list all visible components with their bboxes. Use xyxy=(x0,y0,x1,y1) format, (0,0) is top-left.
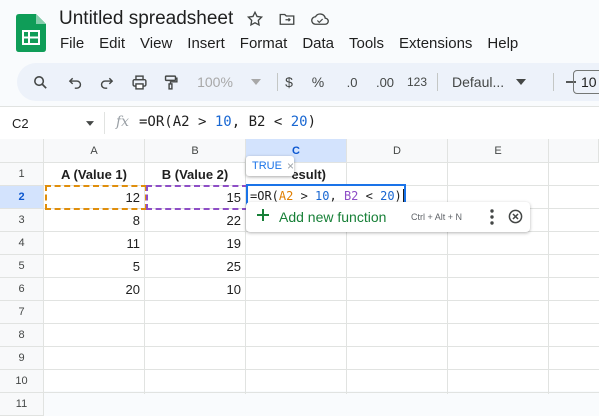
editor-ref-a2: A2 xyxy=(278,189,294,203)
font-value: Defaul... xyxy=(452,74,505,90)
cell-b4[interactable]: 19 xyxy=(145,232,246,255)
cell-b5[interactable]: 25 xyxy=(145,255,246,278)
row-header[interactable]: 6 xyxy=(0,278,44,301)
dismiss-icon[interactable] xyxy=(508,209,523,229)
divider xyxy=(553,73,554,91)
a2-reference-highlight xyxy=(45,185,147,210)
number-format-button[interactable]: 123 xyxy=(405,63,429,101)
row-header[interactable]: 3 xyxy=(0,209,44,232)
select-all-corner[interactable] xyxy=(0,139,44,163)
column-header-f[interactable] xyxy=(549,139,599,163)
chevron-down-icon xyxy=(250,79,261,85)
paint-format-icon[interactable] xyxy=(159,63,181,101)
row-header[interactable]: 7 xyxy=(0,301,44,324)
shortcut-hint: Ctrl + Alt + N xyxy=(411,212,463,222)
column-header-d[interactable]: D xyxy=(347,139,448,163)
undo-icon[interactable] xyxy=(64,63,86,101)
font-size-value: 10 xyxy=(581,74,597,90)
zoom-select[interactable]: 100% xyxy=(188,63,270,101)
cell-a4[interactable]: 11 xyxy=(44,232,145,255)
row-header[interactable]: 9 xyxy=(0,347,44,370)
column-header-b[interactable]: B xyxy=(145,139,246,163)
name-box[interactable]: C2 xyxy=(12,116,29,131)
editor-part: , xyxy=(329,189,344,203)
percent-button[interactable]: % xyxy=(310,63,326,101)
column-header-e[interactable]: E xyxy=(448,139,549,163)
close-preview-icon[interactable]: × xyxy=(287,159,294,173)
column-header-a[interactable]: A xyxy=(44,139,145,163)
menu-extensions[interactable]: Extensions xyxy=(399,35,472,52)
menu-bar: File Edit View Insert Format Data Tools … xyxy=(60,35,533,52)
decrease-decimal-label: .0 xyxy=(346,74,358,90)
formula-input[interactable]: =OR(A2 > 10, B2 < 20) xyxy=(139,114,316,130)
add-new-function-button[interactable]: Add new function xyxy=(279,209,386,225)
editor-ref-b2: B2 xyxy=(343,189,359,203)
currency-button[interactable]: $ xyxy=(281,63,297,101)
move-folder-icon[interactable] xyxy=(278,10,296,28)
cloud-saved-icon[interactable] xyxy=(310,10,329,28)
cell-a6[interactable]: 20 xyxy=(44,278,145,301)
divider xyxy=(437,73,438,91)
fx-icon: fx xyxy=(116,114,130,130)
cell-b6[interactable]: 10 xyxy=(145,278,246,301)
formula-part: A2 > xyxy=(172,114,215,130)
row-header[interactable]: 11 xyxy=(0,393,44,416)
row-header[interactable]: 5 xyxy=(0,255,44,278)
editor-part: =OR( xyxy=(250,189,279,203)
row-header[interactable]: 2 xyxy=(0,186,44,209)
cell-b1[interactable]: B (Value 2) xyxy=(145,163,246,186)
decrease-decimal-button[interactable]: .0 xyxy=(340,63,364,101)
toolbar: 100% $ % .0 .00 123 Defaul... 10 xyxy=(17,63,599,101)
menu-insert[interactable]: Insert xyxy=(187,35,225,52)
formula-part: , xyxy=(231,114,249,130)
menu-help[interactable]: Help xyxy=(487,35,518,52)
formula-part: ) xyxy=(307,114,317,130)
value-preview-tooltip: TRUE × xyxy=(246,156,294,176)
formula-number: 10 xyxy=(214,114,232,130)
menu-file[interactable]: File xyxy=(60,35,84,52)
cell-a3[interactable]: 8 xyxy=(44,209,145,232)
chevron-down-icon[interactable] xyxy=(86,121,94,126)
menu-data[interactable]: Data xyxy=(302,35,334,52)
b2-reference-highlight xyxy=(146,185,248,210)
more-options-icon[interactable] xyxy=(490,209,494,230)
formula-part: B2 < xyxy=(248,114,291,130)
font-size-input[interactable]: 10 xyxy=(573,70,599,94)
cell-b3[interactable]: 22 xyxy=(145,209,246,232)
star-icon[interactable] xyxy=(246,10,264,28)
divider xyxy=(277,73,278,91)
row-header[interactable]: 10 xyxy=(0,370,44,393)
chevron-down-icon xyxy=(516,79,527,85)
increase-decimal-button[interactable]: .00 xyxy=(371,63,399,101)
formula-number: 20 xyxy=(290,114,308,130)
redo-icon[interactable] xyxy=(95,63,117,101)
row-header[interactable]: 1 xyxy=(0,163,44,186)
increase-decimal-label: .00 xyxy=(375,74,395,90)
editor-number: 20 xyxy=(380,189,395,203)
search-icon[interactable] xyxy=(29,63,51,101)
editor-part: > xyxy=(293,189,316,203)
row-header[interactable]: 8 xyxy=(0,324,44,347)
plus-icon[interactable] xyxy=(256,208,270,227)
function-suggestion-popup: Add new function Ctrl + Alt + N xyxy=(246,202,530,232)
document-title[interactable]: Untitled spreadsheet xyxy=(59,8,233,30)
divider xyxy=(104,112,105,134)
cell-a5[interactable]: 5 xyxy=(44,255,145,278)
cell-a1[interactable]: A (Value 1) xyxy=(44,163,145,186)
menu-edit[interactable]: Edit xyxy=(99,35,125,52)
formula-part: =OR( xyxy=(139,114,173,130)
menu-format[interactable]: Format xyxy=(240,35,288,52)
row-header[interactable]: 4 xyxy=(0,232,44,255)
editor-part: < xyxy=(358,189,381,203)
menu-view[interactable]: View xyxy=(140,35,172,52)
menu-tools[interactable]: Tools xyxy=(349,35,384,52)
preview-value: TRUE xyxy=(252,160,282,172)
editor-part: ) xyxy=(394,189,402,203)
sheets-logo[interactable] xyxy=(16,14,46,52)
zoom-value: 100% xyxy=(197,74,233,90)
font-select[interactable]: Defaul... xyxy=(444,63,558,101)
editor-number: 10 xyxy=(315,189,330,203)
print-icon[interactable] xyxy=(128,63,150,101)
spreadsheet-grid: A B C D E 1 2 3 4 5 6 7 8 9 10 11 A (Val… xyxy=(0,139,599,416)
